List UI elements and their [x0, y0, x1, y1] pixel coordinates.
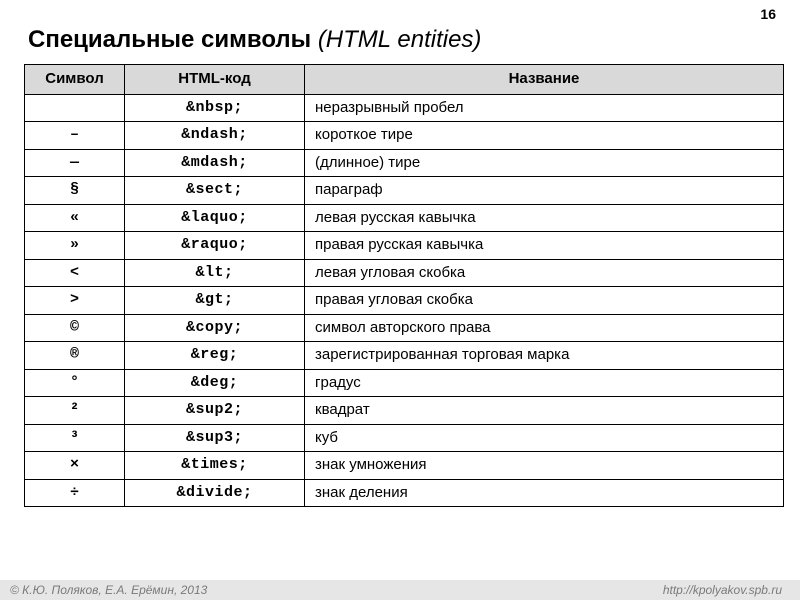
title-main: Специальные символы [28, 26, 311, 53]
cell-symbol [25, 94, 125, 122]
cell-description: квадрат [305, 397, 784, 425]
cell-description: правая угловая скобка [305, 287, 784, 315]
cell-description: зарегистрированная торговая марка [305, 342, 784, 370]
footer: © К.Ю. Поляков, Е.А. Ерёмин, 2013 http:/… [0, 580, 800, 600]
table-row: §&sect;параграф [25, 177, 784, 205]
table-row: —&mdash;(длинное) тире [25, 149, 784, 177]
cell-code: &laquo; [125, 204, 305, 232]
footer-url: http://kpolyakov.spb.ru [663, 583, 782, 597]
cell-description: левая русская кавычка [305, 204, 784, 232]
cell-code: &copy; [125, 314, 305, 342]
cell-code: &deg; [125, 369, 305, 397]
title-sub: (HTML entities) [318, 26, 482, 53]
cell-code: &raquo; [125, 232, 305, 260]
cell-description: куб [305, 424, 784, 452]
table-row: °&deg;градус [25, 369, 784, 397]
cell-description: (длинное) тире [305, 149, 784, 177]
table-row: «&laquo;левая русская кавычка [25, 204, 784, 232]
cell-code: &sup2; [125, 397, 305, 425]
table-row: ³&sup3;куб [25, 424, 784, 452]
cell-description: левая угловая скобка [305, 259, 784, 287]
cell-symbol: × [25, 452, 125, 480]
cell-code: &ndash; [125, 122, 305, 150]
cell-description: параграф [305, 177, 784, 205]
cell-code: &sup3; [125, 424, 305, 452]
cell-description: короткое тире [305, 122, 784, 150]
table-row: ²&sup2;квадрат [25, 397, 784, 425]
table-row: <&lt;левая угловая скобка [25, 259, 784, 287]
cell-symbol: § [25, 177, 125, 205]
cell-description: правая русская кавычка [305, 232, 784, 260]
cell-symbol: ² [25, 397, 125, 425]
cell-code: &lt; [125, 259, 305, 287]
table-row: &nbsp;неразрывный пробел [25, 94, 784, 122]
table-row: ©&copy;символ авторского права [25, 314, 784, 342]
page-number: 16 [760, 6, 776, 22]
cell-symbol: ³ [25, 424, 125, 452]
cell-symbol: ° [25, 369, 125, 397]
page-title: Специальные символы (HTML entities) [0, 0, 800, 64]
table-row: ®&reg;зарегистрированная торговая марка [25, 342, 784, 370]
cell-code: &sect; [125, 177, 305, 205]
col-code: HTML-код [125, 65, 305, 95]
table-row: ÷&divide;знак деления [25, 479, 784, 507]
cell-symbol: » [25, 232, 125, 260]
col-name: Название [305, 65, 784, 95]
footer-copyright: © К.Ю. Поляков, Е.А. Ерёмин, 2013 [10, 583, 207, 597]
cell-symbol: « [25, 204, 125, 232]
cell-description: символ авторского права [305, 314, 784, 342]
cell-code: &mdash; [125, 149, 305, 177]
table-row: >&gt;правая угловая скобка [25, 287, 784, 315]
table-row: ×&times;знак умножения [25, 452, 784, 480]
cell-description: неразрывный пробел [305, 94, 784, 122]
cell-code: &nbsp; [125, 94, 305, 122]
entities-table: Символ HTML-код Название &nbsp;неразрывн… [24, 64, 784, 507]
cell-description: знак умножения [305, 452, 784, 480]
cell-symbol: © [25, 314, 125, 342]
cell-symbol: ÷ [25, 479, 125, 507]
cell-symbol: > [25, 287, 125, 315]
cell-code: &reg; [125, 342, 305, 370]
col-symbol: Символ [25, 65, 125, 95]
table-header-row: Символ HTML-код Название [25, 65, 784, 95]
cell-code: &divide; [125, 479, 305, 507]
cell-symbol: ® [25, 342, 125, 370]
cell-code: &gt; [125, 287, 305, 315]
cell-symbol: — [25, 149, 125, 177]
table-row: –&ndash;короткое тире [25, 122, 784, 150]
cell-symbol: – [25, 122, 125, 150]
cell-symbol: < [25, 259, 125, 287]
table-row: »&raquo;правая русская кавычка [25, 232, 784, 260]
cell-code: &times; [125, 452, 305, 480]
cell-description: градус [305, 369, 784, 397]
cell-description: знак деления [305, 479, 784, 507]
